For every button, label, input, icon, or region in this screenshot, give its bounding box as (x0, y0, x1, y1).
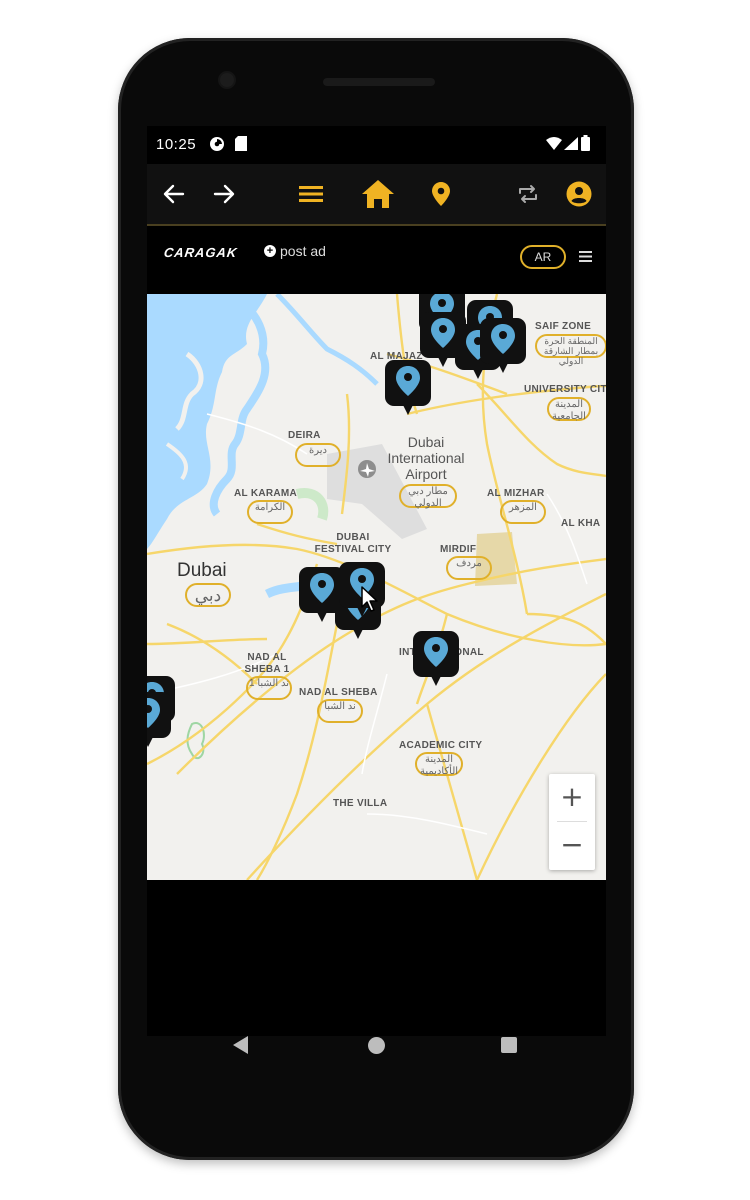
mouse-cursor-icon (361, 586, 379, 617)
map-label-nad-al-sheba-1-ar: ند الشبا 1 (246, 676, 292, 700)
data-saver-icon (209, 136, 225, 156)
map-label-dubai: Dubai (177, 560, 227, 581)
plus-circle-icon: + (264, 245, 276, 257)
map-label-nad-al-sheba: NAD AL SHEBA (299, 687, 378, 698)
repeat-icon[interactable] (511, 177, 545, 211)
post-ad-label: post ad (280, 243, 326, 259)
battery-icon (581, 135, 590, 155)
cell-signal-icon (564, 137, 578, 154)
map-label-al-karama-ar: الكرامة (247, 500, 293, 524)
nav-back-icon[interactable] (233, 1036, 248, 1054)
map-label-nad-al-sheba-1: NAD AL SHEBA 1 (244, 652, 290, 675)
language-toggle-button[interactable]: AR (520, 245, 566, 269)
map-label-university-city: UNIVERSITY CITY (524, 384, 606, 395)
account-icon[interactable] (562, 177, 596, 211)
hamburger-menu-icon[interactable] (579, 249, 592, 267)
map-label-saif-zone: SAIF ZONE (535, 321, 592, 332)
map-label-academic-city: ACADEMIC CITY (399, 740, 483, 751)
menu-icon[interactable] (294, 177, 328, 211)
top-nav-bar (147, 164, 606, 226)
arrow-right-icon[interactable] (207, 177, 241, 211)
map-marker[interactable] (413, 631, 459, 686)
earpiece-speaker (323, 78, 435, 86)
map-label-deira: DEIRA (288, 430, 321, 441)
sub-header: CARAGAK + post ad AR (147, 226, 606, 284)
map-label-al-mizhar: AL MIZHAR (487, 488, 545, 499)
map-label-airport-ar: مطار دبي الدولي (399, 484, 457, 509)
map-label-the-villa: THE VILLA (333, 798, 388, 809)
system-nav-bar (118, 1018, 634, 1078)
phone-frame: 10:25 CARAGAK + post ad AR SAIF ZONE الم… (118, 38, 634, 1160)
map-label-deira-ar: ديرة (295, 443, 341, 467)
map-label-mirdif-ar: مردف (446, 556, 492, 580)
map-label-academic-city-ar: المدينة الأكاديمية (415, 752, 463, 777)
map-label-festival-city: DUBAI FESTIVAL CITY (314, 532, 392, 555)
map-label-nad-al-sheba-ar: ند الشبا (317, 699, 363, 723)
map-label-al-kha: AL KHA (561, 518, 601, 529)
zoom-in-button[interactable]: + (549, 774, 595, 821)
sim-card-icon (235, 136, 247, 155)
map-label-saif-zone-ar: المنطقة الحرة بمطار الشارقة الدولي (535, 334, 606, 366)
map-label-mirdif: MIRDIF (440, 544, 477, 555)
map-label-al-karama: AL KARAMA (234, 488, 298, 499)
zoom-controls: + − (549, 774, 595, 870)
screen: 10:25 CARAGAK + post ad AR SAIF ZONE الم… (147, 126, 606, 1036)
map-label-al-mizhar-ar: المزهر (500, 500, 546, 524)
nav-recents-icon[interactable] (501, 1037, 517, 1053)
map-label-airport: Dubai International Airport (387, 434, 465, 482)
zoom-out-button[interactable]: − (549, 822, 595, 869)
location-pin-icon[interactable] (424, 177, 458, 211)
brand-logo[interactable]: CARAGAK (163, 245, 239, 260)
map-marker[interactable] (385, 360, 431, 415)
nav-home-icon[interactable] (368, 1037, 385, 1054)
post-ad-link[interactable]: + post ad (264, 243, 326, 259)
wifi-icon (546, 137, 562, 154)
map-label-dubai-ar: دبي (185, 583, 231, 607)
front-camera (220, 73, 234, 87)
home-icon[interactable] (358, 174, 398, 214)
map-marker[interactable] (147, 692, 171, 747)
arrow-left-icon[interactable] (157, 177, 191, 211)
status-bar: 10:25 (147, 126, 606, 164)
map-view[interactable]: SAIF ZONE المنطقة الحرة بمطار الشارقة ال… (147, 294, 606, 880)
status-time: 10:25 (156, 136, 197, 153)
map-marker[interactable] (480, 318, 526, 373)
map-label-university-city-ar: المدينة الجامعية (547, 397, 591, 422)
